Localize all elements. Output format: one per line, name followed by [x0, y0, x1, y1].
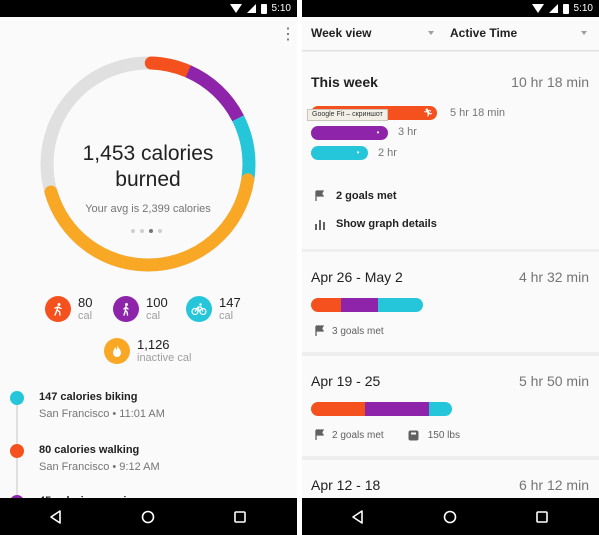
biking-calories[interactable]: 147 cal: [186, 296, 241, 323]
walking-icon: [113, 296, 139, 322]
status-bar: 5:10: [302, 0, 599, 17]
metric-dropdown[interactable]: Active Time: [450, 26, 517, 40]
bar-segment-walking: [364, 402, 430, 416]
walking-bar: •: [311, 126, 388, 140]
filter-toolbar: Week view Active Time: [302, 17, 599, 51]
bar-segment-running: [311, 298, 342, 312]
calories-burned-label: 1,453 calories burned: [82, 142, 214, 191]
running-icon: 🏃︎: [423, 108, 434, 117]
week-activity-bar: [311, 298, 423, 312]
flag-icon: [314, 429, 326, 441]
navigation-bar: [0, 498, 297, 535]
flag-icon: [314, 325, 326, 337]
week-card-apr26[interactable]: Apr 26 - May 2 4 hr 32 min 3 goals met: [302, 252, 599, 352]
inactive-calories[interactable]: 1,126 inactive cal: [104, 338, 191, 365]
home-icon[interactable]: [140, 509, 156, 525]
timeline-dot-walking: [10, 444, 24, 458]
status-bar: 5:10: [0, 0, 297, 17]
bar-segment-biking: [378, 298, 423, 312]
wifi-icon: [229, 4, 242, 13]
bar-segment-walking: [341, 298, 379, 312]
chevron-down-icon: [428, 31, 434, 35]
goals-met-row: 3 goals met: [314, 325, 384, 337]
cell-signal-icon: [548, 4, 558, 13]
biking-icon: [186, 296, 212, 322]
biking-bar: •: [311, 146, 368, 160]
week-activity-bar: [311, 402, 452, 416]
bar-segment-running: [311, 402, 365, 416]
recent-apps-icon[interactable]: [232, 509, 248, 525]
calories-screen: 5:10 ⋮ 1,453 calories burned Your avg is…: [0, 0, 297, 535]
chevron-down-icon: [581, 31, 587, 35]
recent-apps-icon[interactable]: [534, 509, 550, 525]
bar-segment-biking: [429, 402, 452, 416]
flag-icon: [314, 190, 326, 202]
status-time: 5:10: [573, 3, 593, 14]
flame-icon: [104, 338, 130, 364]
back-icon[interactable]: [48, 509, 64, 525]
cell-signal-icon: [246, 4, 256, 13]
walking-icon: •: [376, 128, 380, 137]
show-graph-details-link[interactable]: Show graph details: [314, 218, 437, 230]
screenshot-tooltip: Google Fit – скриншот: [307, 109, 388, 121]
walking-calories[interactable]: 100 cal: [113, 296, 168, 323]
goals-met-row: 2 goals met: [314, 190, 397, 202]
running-icon: [45, 296, 71, 322]
week-card-apr19[interactable]: Apr 19 - 25 5 hr 50 min 2 goals met 150 …: [302, 356, 599, 456]
back-icon[interactable]: [350, 509, 366, 525]
home-icon[interactable]: [442, 509, 458, 525]
average-calories-label: Your avg is 2,399 calories: [85, 203, 211, 215]
timeline-dot-biking: [10, 391, 24, 405]
this-week-card[interactable]: This week 10 hr 18 min 🏃︎ 5 hr 18 min • …: [302, 52, 599, 249]
overflow-menu-icon[interactable]: ⋮: [280, 27, 296, 44]
goals-met-row: 2 goals met 150 lbs: [314, 429, 460, 441]
page-indicator: [131, 229, 162, 233]
view-dropdown[interactable]: Week view: [311, 26, 371, 40]
battery-icon: [260, 3, 267, 14]
active-time-screen: 5:10 Week view Active Time This week 10 …: [302, 0, 599, 535]
bar-chart-icon: [314, 218, 326, 230]
calorie-ring[interactable]: 1,453 calories burned Your avg is 2,399 …: [39, 55, 257, 273]
biking-icon: •: [356, 148, 360, 157]
battery-icon: [562, 3, 569, 14]
status-time: 5:10: [271, 3, 291, 14]
navigation-bar: [302, 498, 599, 535]
scale-icon: [408, 429, 420, 441]
running-calories[interactable]: 80 cal: [45, 296, 92, 323]
wifi-icon: [531, 4, 544, 13]
